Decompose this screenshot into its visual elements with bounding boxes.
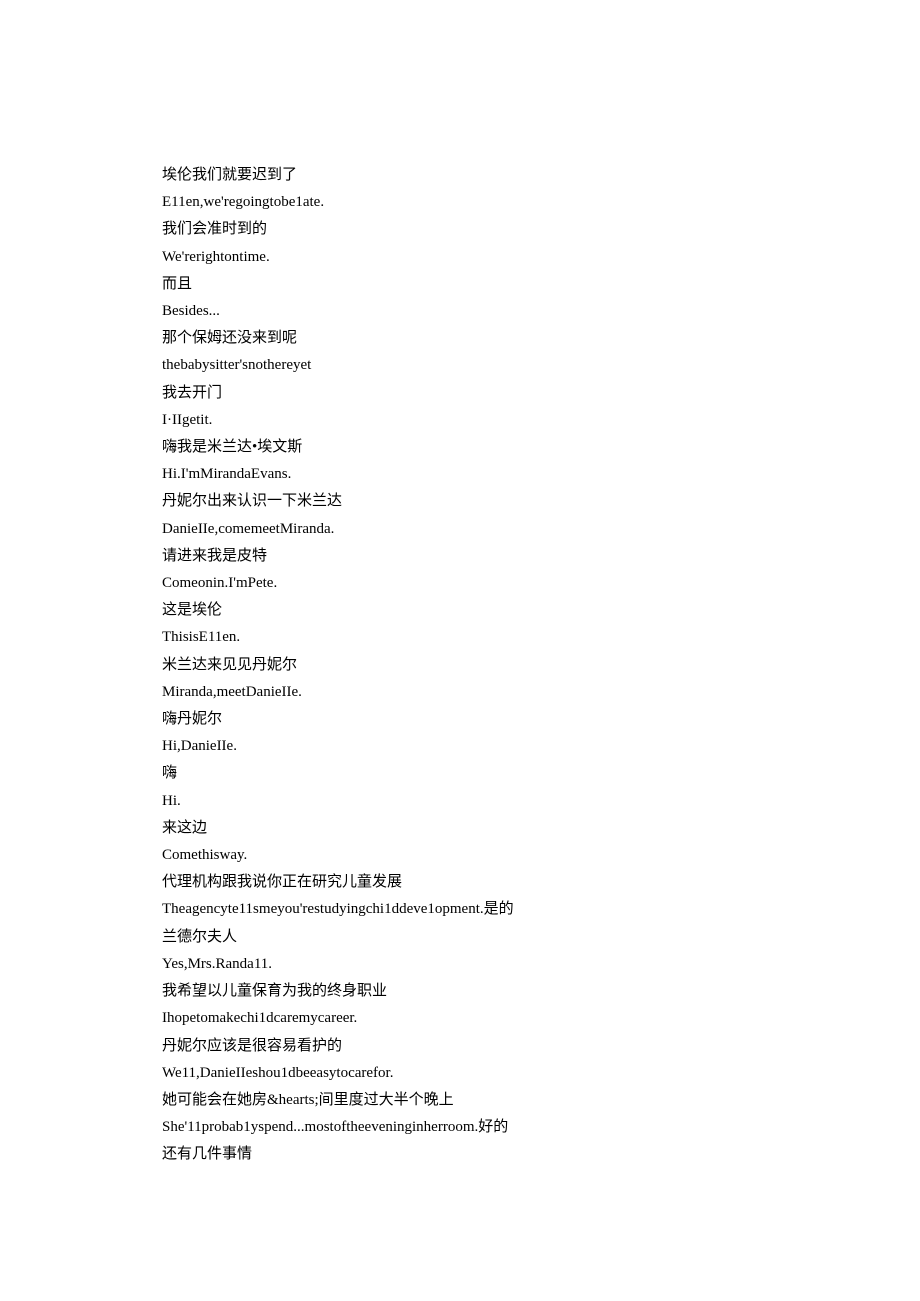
text-line: Comethisway. (162, 842, 762, 869)
text-line: 来这边 (162, 815, 762, 842)
text-line: 米兰达来见见丹妮尔 (162, 652, 762, 679)
text-line: 丹妮尔应该是很容易看护的 (162, 1033, 762, 1060)
text-line: I·IIgetit. (162, 407, 762, 434)
text-line: 而且 (162, 271, 762, 298)
text-line: 请进来我是皮特 (162, 543, 762, 570)
text-line: 嗨 (162, 760, 762, 787)
text-line: 这是埃伦 (162, 597, 762, 624)
text-line: 我们会准时到的 (162, 216, 762, 243)
text-line: 还有几件事情 (162, 1141, 762, 1168)
text-line: 她可能会在她房&hearts;间里度过大半个晚上 (162, 1087, 762, 1114)
text-line: Hi. (162, 788, 762, 815)
text-line: Comeonin.I'mPete. (162, 570, 762, 597)
text-line: Theagencyte11smeyou'restudyingchi1ddeve1… (162, 896, 762, 923)
text-line: E11en,we'regoingtobe1ate. (162, 189, 762, 216)
text-line: Ihopetomakechi1dcaremycareer. (162, 1005, 762, 1032)
document-page: 埃伦我们就要迟到了 E11en,we'regoingtobe1ate. 我们会准… (0, 0, 762, 1169)
text-line: thebabysitter'snothereyet (162, 352, 762, 379)
text-line: She'11probab1yspend...mostoftheeveningin… (162, 1114, 762, 1141)
text-line: 嗨丹妮尔 (162, 706, 762, 733)
text-line: Miranda,meetDanieIIe. (162, 679, 762, 706)
text-line: ThisisE11en. (162, 624, 762, 651)
text-line: Hi,DanieIIe. (162, 733, 762, 760)
text-line: We'rerightontime. (162, 244, 762, 271)
text-line: 代理机构跟我说你正在研究儿童发展 (162, 869, 762, 896)
text-line: 我去开门 (162, 380, 762, 407)
text-line: We11,DanieIIeshou1dbeeasytocarefor. (162, 1060, 762, 1087)
text-line: Besides... (162, 298, 762, 325)
text-line: 兰德尔夫人 (162, 924, 762, 951)
text-line: 那个保姆还没来到呢 (162, 325, 762, 352)
text-line: 我希望以儿童保育为我的终身职业 (162, 978, 762, 1005)
text-line: 埃伦我们就要迟到了 (162, 162, 762, 189)
text-line: DanieIIe,comemeetMiranda. (162, 516, 762, 543)
text-line: Yes,Mrs.Randa11. (162, 951, 762, 978)
text-line: 丹妮尔出来认识一下米兰达 (162, 488, 762, 515)
text-line: 嗨我是米兰达•埃文斯 (162, 434, 762, 461)
text-line: Hi.I'mMirandaEvans. (162, 461, 762, 488)
